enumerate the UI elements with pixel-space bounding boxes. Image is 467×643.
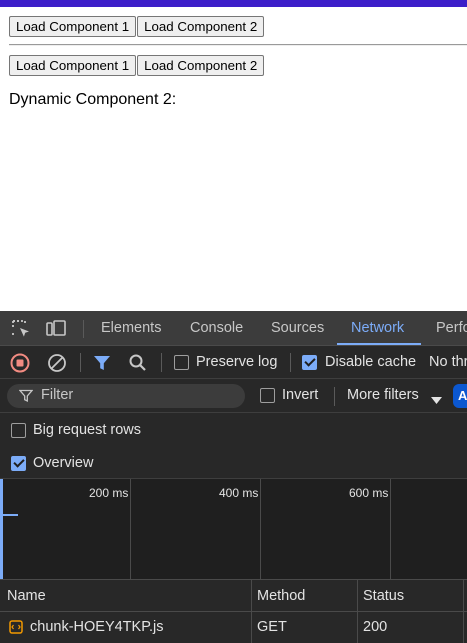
- button-row-1: Load Component 1 Load Component 2: [9, 16, 265, 37]
- timeline-cursor[interactable]: [0, 479, 3, 579]
- preserve-log-label: Preserve log: [196, 354, 278, 370]
- load-component-2-button[interactable]: Load Component 2: [137, 16, 265, 37]
- page-viewport: Load Component 1 Load Component 2 Load C…: [0, 0, 467, 311]
- timeline-overview[interactable]: 200 ms 400 ms 600 ms: [0, 479, 467, 579]
- invert-label: Invert: [282, 387, 319, 403]
- load-component-1-button[interactable]: Load Component 1: [9, 55, 137, 76]
- button-row-2: Load Component 1 Load Component 2: [9, 55, 265, 76]
- device-toolbar-icon[interactable]: [44, 317, 68, 341]
- all-filter-chip[interactable]: A: [453, 384, 467, 408]
- network-options: Big request rows Overview: [0, 413, 467, 479]
- throttling-select[interactable]: No thr: [429, 354, 467, 370]
- overview-checkbox[interactable]: [11, 456, 26, 471]
- more-filters-dropdown[interactable]: More filters: [347, 387, 419, 403]
- tab-elements[interactable]: Elements: [101, 311, 161, 346]
- column-divider[interactable]: [251, 579, 252, 643]
- tick-label: 200 ms: [89, 486, 129, 500]
- toolbar-separator: [161, 353, 162, 372]
- table-header: Name Method Status: [0, 579, 467, 612]
- gridline: [130, 479, 131, 579]
- column-header-name[interactable]: Name: [7, 580, 46, 612]
- request-method: GET: [257, 619, 287, 635]
- inspect-element-icon[interactable]: [9, 317, 33, 341]
- load-component-1-button[interactable]: Load Component 1: [9, 16, 137, 37]
- top-color-strip: [0, 0, 467, 7]
- table-row[interactable]: chunk-HOEY4TKP.js GET 200: [0, 612, 467, 643]
- tab-sources[interactable]: Sources: [271, 311, 324, 346]
- filter-toolbar: Filter Invert More filters A: [0, 379, 467, 413]
- devtools-tab-bar: Elements Console Sources Network Perfo: [0, 311, 467, 346]
- search-icon[interactable]: [128, 353, 148, 376]
- toolbar-separator: [334, 387, 335, 406]
- request-bar: [3, 514, 18, 516]
- column-header-method[interactable]: Method: [257, 580, 305, 612]
- tab-network[interactable]: Network: [351, 311, 404, 346]
- dynamic-component-label: Dynamic Component 2:: [9, 91, 177, 108]
- clear-icon[interactable]: [47, 353, 67, 376]
- preserve-log-checkbox[interactable]: [174, 355, 189, 370]
- record-stop-icon[interactable]: [10, 353, 30, 376]
- script-file-icon: [9, 620, 23, 637]
- tab-console[interactable]: Console: [190, 311, 243, 346]
- column-divider[interactable]: [357, 579, 358, 643]
- network-toolbar: Preserve log Disable cache No thr: [0, 346, 467, 379]
- load-component-2-button[interactable]: Load Component 2: [137, 55, 265, 76]
- toolbar-separator: [80, 353, 81, 372]
- overview-label: Overview: [33, 455, 94, 471]
- column-divider[interactable]: [463, 579, 464, 643]
- filter-input[interactable]: Filter: [7, 384, 245, 408]
- tick-label: 400 ms: [219, 486, 259, 500]
- requests-table: Name Method Status chunk-HOEY4TKP.js GET…: [0, 579, 467, 643]
- tick-label: 600 ms: [349, 486, 389, 500]
- disable-cache-label: Disable cache: [325, 354, 417, 370]
- disable-cache-checkbox[interactable]: [302, 355, 317, 370]
- big-request-rows-label: Big request rows: [33, 422, 141, 438]
- big-request-rows-checkbox[interactable]: [11, 423, 26, 438]
- devtools-panel: Elements Console Sources Network Perfo P…: [0, 311, 467, 643]
- column-header-status[interactable]: Status: [363, 580, 404, 612]
- filter-placeholder: Filter: [41, 387, 74, 403]
- toolbar-separator: [290, 353, 291, 372]
- filter-icon[interactable]: [93, 354, 111, 375]
- tab-performance[interactable]: Perfo: [436, 311, 467, 346]
- divider: [9, 44, 467, 46]
- gridline: [390, 479, 391, 579]
- chevron-down-icon[interactable]: [431, 392, 442, 408]
- request-status: 200: [363, 619, 388, 635]
- filter-funnel-icon: [18, 389, 34, 406]
- invert-checkbox[interactable]: [260, 388, 275, 403]
- toolbar-separator: [83, 320, 84, 338]
- active-tab-indicator: [337, 343, 421, 345]
- gridline: [260, 479, 261, 579]
- request-name: chunk-HOEY4TKP.js: [30, 619, 164, 635]
